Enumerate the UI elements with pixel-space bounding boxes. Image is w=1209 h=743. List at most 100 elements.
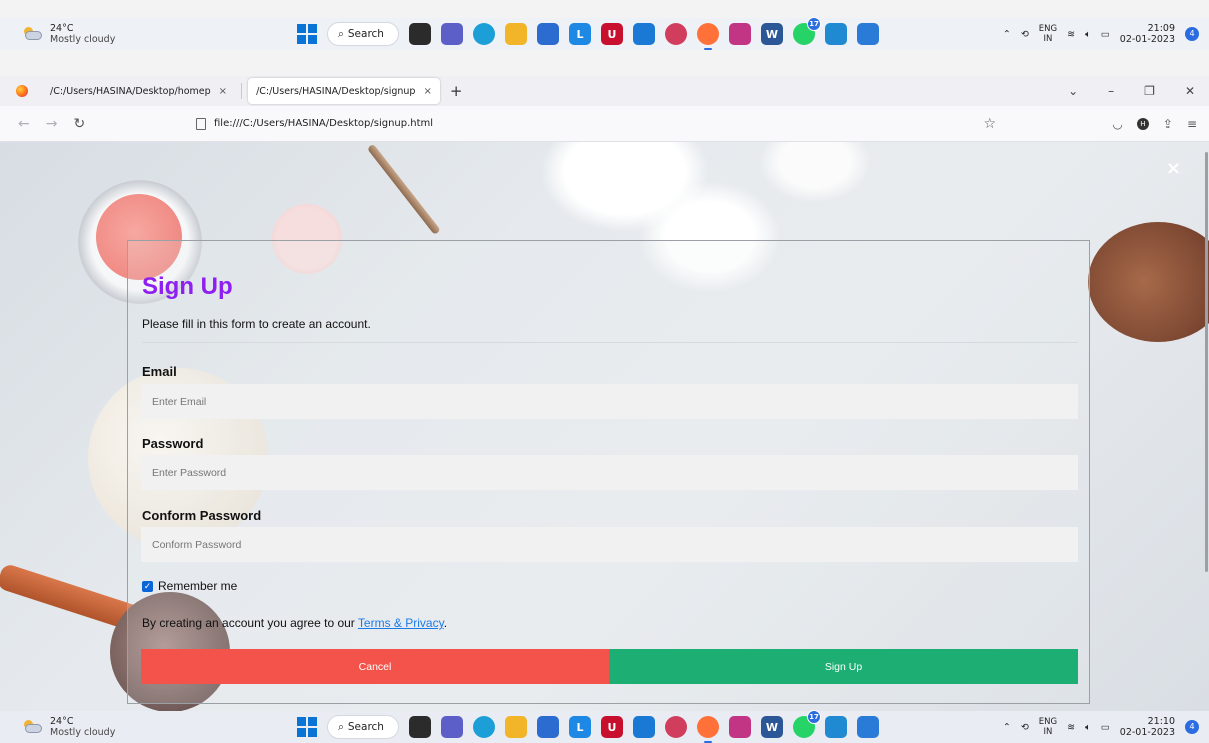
photos-icon[interactable] <box>857 716 879 738</box>
terms-link[interactable]: Terms & Privacy <box>358 616 444 630</box>
edge-icon[interactable] <box>473 23 495 45</box>
language-indicator[interactable]: ENG IN <box>1039 717 1057 737</box>
volume-icon[interactable]: 🔈︎ <box>1085 722 1091 733</box>
file-explorer-icon[interactable] <box>409 23 431 45</box>
instagram-icon[interactable] <box>729 716 751 738</box>
clock[interactable]: 21:09 02-01-2023 <box>1120 23 1175 45</box>
mcafee-icon[interactable]: U <box>601 716 623 738</box>
cancel-button[interactable]: Cancel <box>141 649 609 684</box>
outlook-icon[interactable] <box>633 716 655 738</box>
email-field[interactable] <box>141 384 1078 419</box>
chevron-up-icon[interactable]: ⌃ <box>1003 722 1011 733</box>
tab-separator <box>241 83 243 99</box>
close-tab-icon[interactable]: × <box>219 86 227 97</box>
password-field[interactable] <box>141 455 1078 490</box>
weather-widget[interactable]: 24°C Mostly cloudy <box>22 716 115 738</box>
windows-start-icon[interactable] <box>297 717 317 737</box>
confirm-password-field[interactable] <box>141 527 1078 562</box>
weather-condition: Mostly cloudy <box>50 727 116 738</box>
word-icon[interactable]: W <box>761 716 783 738</box>
email-label: Email <box>142 364 177 379</box>
l-app-icon[interactable]: L <box>569 716 591 738</box>
notification-badge[interactable]: 4 <box>1185 720 1199 734</box>
instagram-icon[interactable] <box>729 23 751 45</box>
menu-icon[interactable]: ≡ <box>1187 117 1197 131</box>
close-tab-icon[interactable]: × <box>423 86 431 97</box>
minimize-icon[interactable]: – <box>1108 84 1114 98</box>
folder-icon[interactable] <box>505 23 527 45</box>
signup-button[interactable]: Sign Up <box>609 649 1078 684</box>
remember-me[interactable]: ✓ Remember me <box>142 579 237 593</box>
forward-arrow-icon[interactable]: → <box>46 116 58 132</box>
battery-icon[interactable]: ▭ <box>1101 722 1110 733</box>
photos-icon[interactable] <box>857 23 879 45</box>
chevron-up-icon[interactable]: ⌃ <box>1003 29 1011 40</box>
terms-suffix: . <box>443 616 448 630</box>
new-tab-button[interactable]: + <box>450 82 463 100</box>
language-code: ENG <box>1038 24 1058 34</box>
weather-condition: Mostly cloudy <box>50 34 116 45</box>
taskbar-apps: ⌕ Search L U W 17 <box>297 710 879 743</box>
weather-temperature: 24°C <box>50 716 74 727</box>
volume-icon[interactable]: 🔈︎ <box>1085 29 1091 40</box>
region-code: IN <box>1043 34 1053 44</box>
notification-badge[interactable]: 4 <box>1185 27 1199 41</box>
close-modal-icon[interactable]: × <box>1166 158 1181 179</box>
tab-list-chevron-icon[interactable]: ⌄ <box>1068 84 1078 98</box>
share-icon[interactable]: ⇪ <box>1163 117 1173 131</box>
bookmark-star-icon[interactable]: ☆ <box>983 116 996 132</box>
address-bar[interactable]: file:///C:/Users/HASINA/Desktop/signup.h… <box>196 112 1006 136</box>
page-scrollbar[interactable] <box>1203 142 1209 711</box>
pocket-icon[interactable]: ◡ <box>1112 117 1122 131</box>
firefox-icon[interactable] <box>697 23 719 50</box>
page-viewport: × Sign Up Please fill in this form to cr… <box>0 142 1209 711</box>
folder-icon[interactable] <box>505 716 527 738</box>
account-icon[interactable]: H <box>1136 117 1149 130</box>
background-brush-handle <box>366 143 441 236</box>
background-flower <box>760 142 870 202</box>
restore-icon[interactable]: ❐ <box>1144 84 1155 98</box>
wifi-icon[interactable]: ≋ <box>1067 722 1075 733</box>
reload-icon[interactable]: ↻ <box>73 116 85 132</box>
teams-icon[interactable] <box>441 716 463 738</box>
language-indicator[interactable]: ENG IN <box>1039 24 1057 44</box>
tray-app-icon[interactable]: ⟲ <box>1021 722 1029 733</box>
close-window-icon[interactable]: ✕ <box>1185 84 1195 98</box>
windows-start-icon[interactable] <box>297 24 317 44</box>
tab-signup[interactable]: /C:/Users/HASINA/Desktop/signup × <box>248 78 440 104</box>
back-arrow-icon[interactable]: ← <box>18 116 30 132</box>
tray-app-icon[interactable]: ⟲ <box>1021 29 1029 40</box>
firefox-icon[interactable] <box>697 716 719 743</box>
app-icon[interactable] <box>665 716 687 738</box>
clock[interactable]: 21:10 02-01-2023 <box>1120 716 1175 738</box>
store-icon[interactable] <box>537 716 559 738</box>
whatsapp-icon[interactable]: 17 <box>793 710 821 738</box>
firefox-logo-icon[interactable] <box>16 85 28 97</box>
taskbar-search[interactable]: ⌕ Search <box>327 715 399 739</box>
whatsapp-icon[interactable]: 17 <box>793 17 821 45</box>
vscode-icon[interactable] <box>825 716 847 738</box>
remember-checkbox[interactable]: ✓ <box>142 580 153 592</box>
teams-icon[interactable] <box>441 23 463 45</box>
url-text: file:///C:/Users/HASINA/Desktop/signup.h… <box>214 118 434 129</box>
wifi-icon[interactable]: ≋ <box>1067 29 1075 40</box>
background-brush <box>1088 222 1209 342</box>
mcafee-icon[interactable]: U <box>601 23 623 45</box>
terms-text: By creating an account you agree to our … <box>142 616 447 630</box>
app-icon[interactable] <box>665 23 687 45</box>
store-icon[interactable] <box>537 23 559 45</box>
tab-homepage[interactable]: /C:/Users/HASINA/Desktop/homep × <box>42 78 235 104</box>
edge-icon[interactable] <box>473 716 495 738</box>
password-label: Password <box>142 436 204 451</box>
browser-navbar: ← → ↻ file:///C:/Users/HASINA/Desktop/si… <box>0 106 1209 142</box>
word-icon[interactable]: W <box>761 23 783 45</box>
file-explorer-icon[interactable] <box>409 716 431 738</box>
battery-icon[interactable]: ▭ <box>1101 29 1110 40</box>
taskbar-search[interactable]: ⌕ Search <box>327 22 399 46</box>
weather-widget[interactable]: 24°C Mostly cloudy <box>22 23 115 45</box>
scrollbar-thumb[interactable] <box>1205 152 1208 572</box>
outlook-icon[interactable] <box>633 23 655 45</box>
l-app-icon[interactable]: L <box>569 23 591 45</box>
terms-prefix: By creating an account you agree to our <box>142 616 358 630</box>
vscode-icon[interactable] <box>825 23 847 45</box>
